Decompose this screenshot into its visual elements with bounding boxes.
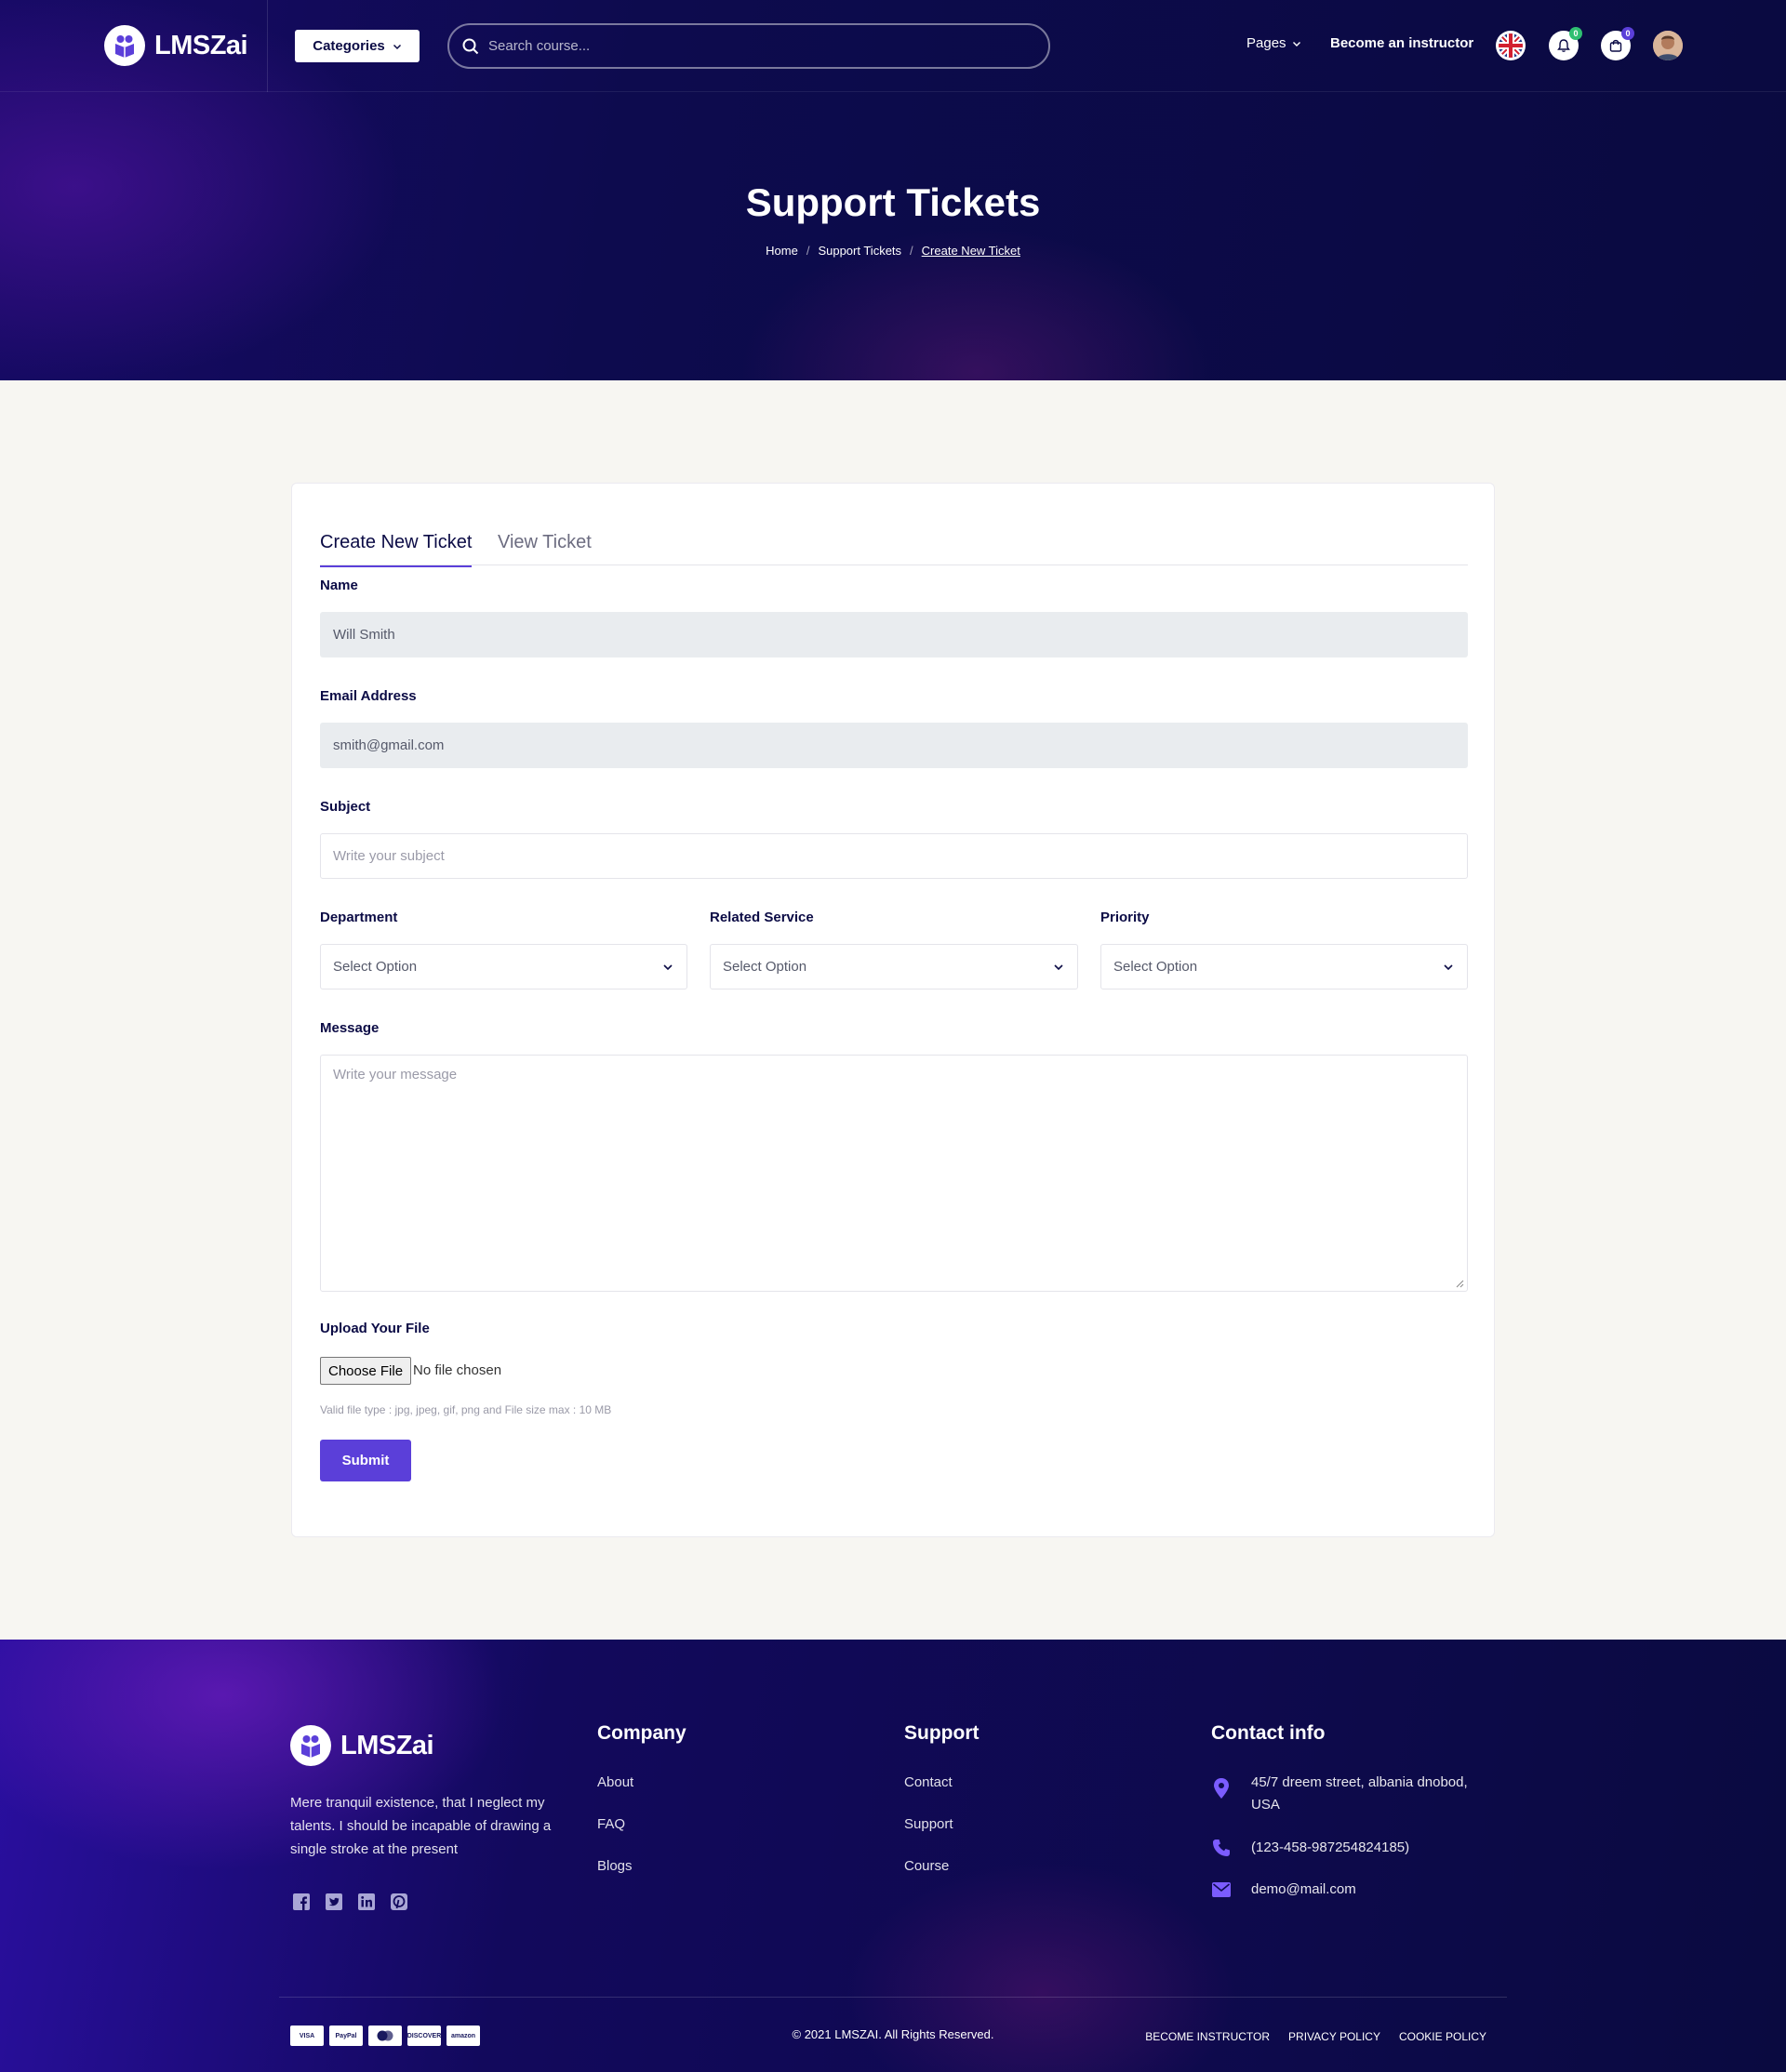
chevron-down-icon [1444,963,1453,970]
location-pin-icon [1211,1778,1232,1799]
page-title: Support Tickets [745,180,1041,224]
become-instructor-link[interactable]: Become an instructor [1330,35,1473,51]
department-value: Select Option [333,959,418,975]
breadcrumb-support-tickets[interactable]: Support Tickets [818,244,901,258]
pages-label: Pages [1246,35,1286,51]
copyright-text: © 2021 LMSZAI. All Rights Reserved. [792,2027,994,2041]
footer-divider [279,1997,1507,1998]
search-icon [462,38,479,54]
top-navbar: LMSZai Categories Pages Become an instru… [0,0,1786,92]
site-footer: LMSZai Mere tranquil existence, that I n… [0,1640,1786,2072]
resize-handle-icon[interactable] [1455,1279,1464,1288]
department-label: Department [320,910,398,925]
no-file-text: No file chosen [413,1362,502,1378]
footer-logo-text: LMSZai [340,1730,434,1760]
breadcrumb: Home / Support Tickets / Create New Tick… [0,244,1786,258]
email-field[interactable]: smith@gmail.com [320,723,1468,768]
footer-link-privacy-policy[interactable]: PRIVACY POLICY [1288,2030,1380,2043]
logo-icon [104,25,145,66]
contact-phone: (123-458-987254824185) [1251,1840,1410,1855]
logo-icon [290,1725,331,1766]
footer-logo[interactable]: LMSZai [290,1725,434,1766]
subject-input[interactable]: Write your subject [320,833,1468,879]
name-label: Name [320,578,358,593]
breadcrumb-home[interactable]: Home [766,244,798,258]
breadcrumb-separator: / [910,244,913,258]
breadcrumb-current[interactable]: Create New Ticket [922,244,1020,258]
logo-text: LMSZai [154,30,248,60]
footer-link-course[interactable]: Course [904,1858,949,1874]
facebook-icon[interactable] [290,1891,312,1912]
cart-badge: 0 [1621,27,1634,40]
notification-badge: 0 [1569,27,1582,40]
mail-icon [1211,1879,1232,1900]
categories-dropdown[interactable]: Categories [295,30,420,62]
priority-label: Priority [1100,910,1150,925]
cart-button[interactable]: 0 [1601,27,1634,60]
chevron-down-icon [1292,41,1300,46]
priority-value: Select Option [1113,959,1198,975]
twitter-icon[interactable] [323,1891,344,1912]
message-textarea[interactable]: Write your message [320,1055,1468,1292]
footer-link-become-instructor[interactable]: BECOME INSTRUCTOR [1145,2030,1270,2043]
chevron-down-icon [1054,963,1063,970]
footer-link-support[interactable]: Support [904,1816,953,1832]
message-label: Message [320,1020,380,1036]
chevron-down-icon [393,44,401,49]
footer-link-contact[interactable]: Contact [904,1774,953,1790]
contact-address: 45/7 dreem street, albania dnobod, USA [1251,1774,1468,1813]
email-label: Email Address [320,688,417,704]
pages-menu[interactable]: Pages [1246,35,1301,51]
related-service-value: Select Option [723,959,807,975]
related-service-select[interactable]: Select Option [710,944,1078,990]
related-service-label: Related Service [710,910,814,925]
chevron-down-icon [663,963,673,970]
bell-icon [1557,39,1570,52]
footer-link-about[interactable]: About [597,1774,633,1790]
language-selector[interactable] [1496,31,1526,60]
footer-link-cookie-policy[interactable]: COOKIE POLICY [1399,2030,1486,2043]
categories-label: Categories [313,38,385,54]
phone-icon [1211,1838,1232,1858]
search-bar[interactable] [447,23,1050,69]
support-title: Support [904,1722,980,1744]
footer-description: Mere tranquil existence, that I neglect … [290,1795,552,1857]
ticket-form-card: Create New Ticket View Ticket Name Will … [291,483,1495,1537]
choose-file-button[interactable]: Choose File [320,1357,412,1385]
pinterest-icon[interactable] [388,1891,409,1912]
site-logo[interactable]: LMSZai [104,25,248,66]
message-placeholder: Write your message [333,1067,458,1082]
nav-divider [267,0,268,92]
shopping-bag-icon [1609,39,1622,52]
social-links [290,1891,409,1912]
linkedin-icon[interactable] [355,1891,377,1912]
uk-flag-icon [1499,33,1523,58]
footer-link-faq[interactable]: FAQ [597,1816,625,1832]
footer-link-blogs[interactable]: Blogs [597,1858,633,1874]
tab-view-ticket[interactable]: View Ticket [498,532,592,565]
contact-email[interactable]: demo@mail.com [1251,1879,1356,1901]
footer-bottom-links: BECOME INSTRUCTOR PRIVACY POLICY COOKIE … [1145,2030,1486,2043]
name-field[interactable]: Will Smith [320,612,1468,657]
priority-select[interactable]: Select Option [1100,944,1468,990]
avatar-icon [1653,31,1683,60]
user-avatar[interactable] [1653,31,1683,60]
page-header: LMSZai Categories Pages Become an instru… [0,0,1786,380]
tab-create-new-ticket[interactable]: Create New Ticket [320,532,473,567]
notifications-button[interactable]: 0 [1549,27,1582,60]
breadcrumb-separator: / [806,244,810,258]
search-input[interactable] [488,38,1009,54]
submit-button[interactable]: Submit [320,1440,411,1481]
contact-info-title: Contact info [1211,1722,1326,1744]
file-hint: Valid file type : jpg, jpeg, gif, png an… [320,1403,612,1416]
ticket-tabs: Create New Ticket View Ticket [320,515,1468,567]
subject-label: Subject [320,799,371,815]
upload-label: Upload Your File [320,1321,430,1336]
company-title: Company [597,1722,686,1744]
department-select[interactable]: Select Option [320,944,687,990]
